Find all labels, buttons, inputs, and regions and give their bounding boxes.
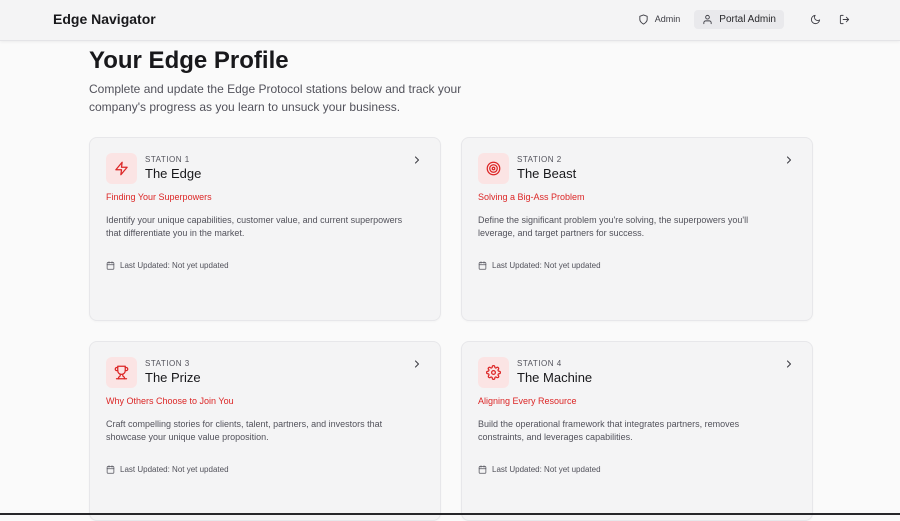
station-tagline: Aligning Every Resource [478, 396, 577, 406]
brand-title[interactable]: Edge Navigator [53, 11, 156, 27]
last-updated-text: Last Updated: Not yet updated [120, 465, 229, 474]
page-title: Your Edge Profile [89, 47, 289, 74]
page-subtitle: Complete and update the Edge Protocol st… [89, 82, 462, 114]
last-updated: Last Updated: Not yet updated [478, 261, 601, 270]
station-icon-box [106, 357, 137, 388]
target-icon [486, 161, 501, 176]
station-number: STATION 4 [517, 359, 562, 368]
portal-admin-label: Portal Admin [719, 13, 776, 25]
user-icon [702, 14, 713, 25]
zap-icon [114, 161, 129, 176]
station-icon-box [478, 357, 509, 388]
last-updated-text: Last Updated: Not yet updated [492, 465, 601, 474]
top-navbar: Edge Navigator Admin Portal Admin [0, 0, 900, 41]
station-number: STATION 2 [517, 155, 562, 164]
theme-toggle-button[interactable] [805, 9, 825, 29]
station-description: Build the operational framework that int… [478, 419, 740, 442]
station-number: STATION 3 [145, 359, 190, 368]
shield-icon [638, 13, 649, 25]
gear-icon [486, 365, 501, 380]
portal-admin-button[interactable]: Portal Admin [694, 9, 784, 29]
station-card-the-edge[interactable]: STATION 1 The Edge Finding Your Superpow… [89, 137, 441, 321]
station-icon-box [478, 153, 509, 184]
logout-button[interactable] [834, 9, 854, 29]
chevron-right-icon[interactable] [783, 154, 795, 166]
admin-label: Admin [654, 14, 681, 24]
station-card-the-machine[interactable]: STATION 4 The Machine Aligning Every Res… [461, 341, 813, 521]
logout-icon [839, 14, 850, 25]
station-card-the-beast[interactable]: STATION 2 The Beast Solving a Big-Ass Pr… [461, 137, 813, 321]
chevron-right-icon[interactable] [411, 154, 423, 166]
nav-actions: Admin Portal Admin [638, 9, 854, 29]
moon-icon [810, 14, 821, 25]
calendar-icon [106, 261, 115, 270]
last-updated-text: Last Updated: Not yet updated [120, 261, 229, 270]
calendar-icon [478, 261, 487, 270]
calendar-icon [478, 465, 487, 474]
trophy-icon [114, 365, 129, 380]
station-name: The Machine [517, 370, 593, 385]
station-name: The Prize [145, 370, 201, 385]
calendar-icon [106, 465, 115, 474]
station-name: The Beast [517, 166, 577, 181]
station-tagline: Why Others Choose to Join You [106, 396, 234, 406]
station-tagline: Solving a Big-Ass Problem [478, 192, 585, 202]
chevron-right-icon[interactable] [783, 358, 795, 370]
station-card-the-prize[interactable]: STATION 3 The Prize Why Others Choose to… [89, 341, 441, 521]
station-tagline: Finding Your Superpowers [106, 192, 212, 202]
station-name: The Edge [145, 166, 202, 181]
station-description: Identify your unique capabilities, custo… [106, 215, 403, 238]
station-description: Define the significant problem you're so… [478, 215, 749, 238]
station-description: Craft compelling stories for clients, ta… [106, 419, 383, 442]
last-updated: Last Updated: Not yet updated [106, 261, 229, 270]
last-updated: Last Updated: Not yet updated [478, 465, 601, 474]
admin-link[interactable]: Admin [638, 13, 681, 25]
last-updated: Last Updated: Not yet updated [106, 465, 229, 474]
station-number: STATION 1 [145, 155, 190, 164]
chevron-right-icon[interactable] [411, 358, 423, 370]
station-icon-box [106, 153, 137, 184]
last-updated-text: Last Updated: Not yet updated [492, 261, 601, 270]
